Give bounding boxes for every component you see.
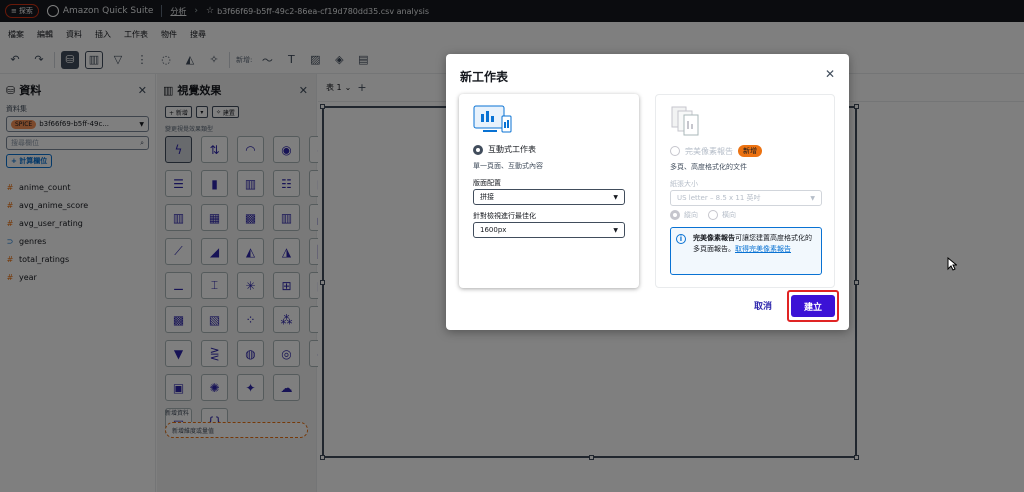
- caret-down-icon: ▼: [810, 194, 815, 202]
- interactive-sheet-desc: 單一頁面、互動式內容: [473, 162, 543, 170]
- orientation-group: 縱向 橫向: [670, 210, 736, 220]
- paper-size-label: 紙張大小: [670, 180, 698, 188]
- mouse-cursor-icon: [947, 257, 957, 271]
- layout-label: 版面配置: [473, 179, 501, 187]
- portrait-label: 縱向: [684, 211, 698, 219]
- pixel-report-learn-link[interactable]: 取得完美像素報告: [735, 245, 791, 253]
- pixel-report-label: 完美像素報告: [685, 146, 733, 156]
- portrait-radio: 縱向: [670, 210, 698, 220]
- radio-selected-icon: [670, 210, 680, 220]
- close-icon[interactable]: ✕: [825, 67, 835, 81]
- interactive-sheet-radio[interactable]: 互動式工作表: [473, 144, 536, 155]
- landscape-radio: 橫向: [708, 210, 736, 220]
- radio-selected-icon: [473, 144, 483, 155]
- pixel-report-desc: 多頁、高度格式化的文件: [670, 163, 747, 171]
- optimize-label: 針對檢視進行最佳化: [473, 212, 536, 220]
- landscape-label: 橫向: [722, 211, 736, 219]
- pixel-report-illustration-icon: [671, 106, 699, 136]
- pixel-perfect-report-card[interactable]: 完美像素報告 新增 多頁、高度格式化的文件 紙張大小 US letter – 8…: [655, 94, 835, 288]
- interactive-sheet-label: 互動式工作表: [488, 145, 536, 154]
- pixel-report-radio[interactable]: 完美像素報告 新增: [670, 145, 762, 157]
- optimize-value: 1600px: [480, 226, 507, 234]
- paper-size-select: US letter – 8.5 x 11 英吋 ▼: [670, 190, 822, 206]
- radio-unselected-icon: [708, 210, 718, 220]
- radio-unselected-icon: [670, 146, 680, 156]
- layout-value: 拼接: [480, 193, 494, 201]
- interactive-sheet-illustration-icon: [473, 105, 512, 133]
- create-button-highlight: 建立: [787, 290, 839, 322]
- dialog-title: 新工作表: [460, 70, 509, 84]
- pixel-report-info: i 完美像素報告可讓您建置高度格式化的多頁面報告。取得完美像素報告: [670, 227, 822, 275]
- layout-select[interactable]: 拼接 ▼: [473, 189, 625, 205]
- info-icon: i: [676, 234, 686, 244]
- caret-down-icon: ▼: [613, 226, 618, 234]
- cancel-button[interactable]: 取消: [754, 299, 772, 312]
- optimize-select[interactable]: 1600px ▼: [473, 222, 625, 238]
- interactive-sheet-card[interactable]: 互動式工作表 單一頁面、互動式內容 版面配置 拼接 ▼ 針對檢視進行最佳化 16…: [459, 94, 639, 288]
- paper-size-value: US letter – 8.5 x 11 英吋: [677, 194, 761, 202]
- caret-down-icon: ▼: [613, 193, 618, 201]
- new-badge: 新增: [738, 145, 762, 157]
- new-sheet-dialog: 新工作表 ✕ 互動式工作表 單一頁面、互動式內容 版面配置 拼接 ▼ 針對檢視進…: [446, 54, 849, 330]
- info-bold: 完美像素報告: [693, 234, 735, 242]
- create-button[interactable]: 建立: [791, 295, 835, 317]
